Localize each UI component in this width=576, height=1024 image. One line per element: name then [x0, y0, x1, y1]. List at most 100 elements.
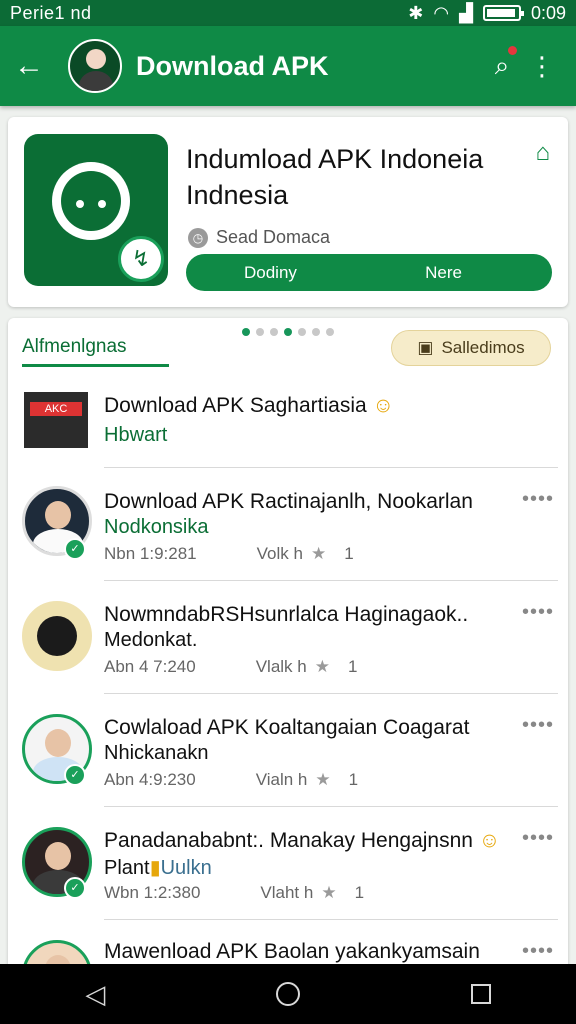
smile-emoji-icon: ☺ [478, 829, 501, 852]
pager-dot [312, 328, 320, 336]
list-item-title: Panadanababnt:. Manakay Hengajnsnn ☺ [104, 829, 500, 853]
chat-bubble-inner [61, 171, 121, 231]
avatar-face [45, 842, 71, 870]
list-item-count: 1 [344, 544, 354, 563]
pager-dot [270, 328, 278, 336]
list-item-time: Abn 4:9:230 [104, 770, 196, 789]
tab-feed[interactable]: Alfmenlgnas [22, 336, 127, 358]
verified-badge-icon: ✓ [64, 538, 86, 560]
clock-icon: ◷ [188, 227, 208, 248]
active-tab-indicator [22, 364, 169, 367]
list-item-meta: Nbn 1:9:281 Volk h ★ 1 [104, 544, 354, 564]
featured-app-card[interactable]: ↯ Indumload APK Indoneia Indnesia ⌂ ◷ Se… [8, 117, 568, 307]
profile-avatar[interactable] [68, 39, 122, 93]
featured-subtitle: Sead Domaca [216, 227, 331, 247]
avatar [22, 601, 92, 671]
feed-list: Alfmenlgnas ▣ Salledimos AKC Download AP… [8, 318, 568, 978]
list-item-subtitle: Medonkat. [104, 629, 198, 651]
app-logo: ↯ [24, 134, 168, 286]
list-item-title: Mawenload APK Baolan yakankyamsain [104, 940, 480, 963]
list-item-subtitle-text: Plant [104, 857, 150, 879]
list-item-time: Wbn 1:2:380 [104, 883, 201, 902]
verified-badge-icon: ✓ [64, 877, 86, 899]
smile-emoji-icon: ☺ [372, 394, 394, 417]
star-icon[interactable]: ★ [315, 770, 330, 790]
more-horiz-icon[interactable]: •••• [522, 714, 554, 737]
list-item-title: NowmndabRSHsunrlalca Haginagaok.. [104, 603, 469, 626]
list-item-meta: Abn 4:9:230 Vialn h ★ 1 [104, 770, 358, 790]
arrow-left-icon: ← [14, 49, 44, 82]
chat-icon: ▣ [417, 338, 434, 357]
verified-badge-icon: ✓ [64, 764, 86, 786]
more-horiz-icon[interactable]: •••• [522, 488, 554, 511]
folder-icon: ▮ [149, 857, 161, 879]
nav-recents-icon[interactable] [470, 984, 491, 1004]
list-item-title: Cowlaload APK Koaltangaian Coagarat [104, 716, 470, 739]
filter-chip[interactable]: ▣ Salledimos [391, 330, 551, 366]
list-item[interactable]: ✓ Panadanababnt:. Manakay Hengajnsnn ☺ P… [8, 807, 568, 920]
download-button-label: Dodiny [244, 262, 297, 282]
more-horiz-icon[interactable]: •••• [522, 940, 554, 963]
list-item-meta: Wbn 1:2:380 Vlaht h ★ 1 [104, 883, 364, 903]
list-item[interactable]: ✓ Download APK Ractinajanlh, Nookarlan N… [8, 468, 568, 581]
list-item-views: Vlaht h [260, 883, 314, 902]
list-item[interactable]: NowmndabRSHsunrlalca Haginagaok.. Medonk… [8, 581, 568, 694]
list-item-subtitle: Nhickanakn [104, 742, 209, 764]
bookmark-icon[interactable]: ⌂ [536, 139, 551, 167]
pager-dots [242, 328, 334, 336]
list-item-views: Volk h [256, 544, 303, 563]
list-item[interactable]: AKC Download APK Saghartiasia ☺ Hbwart [8, 378, 568, 468]
clock: 0:09 [530, 2, 566, 23]
link-badge-icon: ↯ [118, 236, 164, 282]
list-item-title: Download APK Ractinajanlh, Nookarlan [104, 490, 473, 513]
system-nav-bar: ◁ [0, 964, 576, 1024]
list-item[interactable]: ✓ Cowlaload APK Koaltangaian Coagarat Nh… [8, 694, 568, 807]
search-button[interactable]: ⌕ [482, 46, 522, 82]
list-item-time: Abn 4 7:240 [104, 657, 196, 676]
back-button[interactable]: ← [14, 51, 58, 81]
avatar-face [45, 501, 71, 529]
more-vert-icon: ⋮ [529, 50, 555, 81]
carrier-label: Perie1 nd [10, 2, 92, 23]
wifi-icon: ◠ [433, 2, 450, 23]
logo-eye-right [98, 200, 106, 208]
notification-dot [508, 46, 517, 55]
thumbnail-label: AKC [30, 402, 82, 416]
app-thumbnail: AKC [24, 392, 88, 448]
star-icon[interactable]: ★ [311, 544, 326, 564]
signal-icon: ▟ [459, 2, 473, 23]
bluetooth-icon: ✱ [408, 2, 424, 23]
star-icon[interactable]: ★ [315, 657, 330, 677]
list-item-meta: Abn 4 7:240 Vlalk h ★ 1 [104, 657, 357, 677]
page-title: Download APK [136, 50, 329, 81]
logo-eye-left [76, 200, 84, 208]
list-item-views: Vlalk h [255, 657, 307, 676]
download-button[interactable]: Dodiny Nere [186, 254, 552, 291]
nav-back-icon[interactable]: ◁ [85, 979, 105, 1010]
nav-home-icon[interactable] [275, 982, 300, 1006]
list-item-title-text: Download APK Saghartiasia [104, 394, 367, 417]
avatar-face [45, 729, 71, 757]
status-bar: Perie1 nd ✱ ◠ ▟ 0:09 [0, 0, 576, 26]
star-icon[interactable]: ★ [321, 883, 336, 903]
pager-dot [298, 328, 306, 336]
more-horiz-icon[interactable]: •••• [522, 601, 554, 624]
list-item-subtitle: Hbwart [104, 424, 168, 446]
list-item-subtitle: Plant▮Uulkn [104, 855, 212, 880]
status-icons: ✱ ◠ ▟ 0:09 [408, 3, 566, 24]
search-icon: ⌕ [494, 50, 510, 80]
pager-dot [284, 328, 292, 336]
more-options-button[interactable]: ⋮ [522, 51, 562, 82]
list-item-count: 1 [347, 657, 358, 676]
list-item-title: Download APK Saghartiasia ☺ [104, 394, 394, 418]
pager-dot [326, 328, 334, 336]
featured-title-line1: Indumload APK Indoneia [186, 144, 484, 174]
more-horiz-icon[interactable]: •••• [522, 827, 554, 850]
list-item-time: Nbn 1:9:281 [104, 544, 197, 563]
list-item-count: 1 [354, 883, 365, 902]
list-item-title-text: Panadanababnt:. Manakay Hengajnsnn [104, 829, 473, 852]
filter-chip-label: Salledimos [441, 338, 525, 357]
featured-subtitle-row: ◷ Sead Domaca [188, 227, 330, 248]
list-item-subtitle-extra: Uulkn [160, 857, 212, 879]
battery-icon [482, 5, 524, 21]
